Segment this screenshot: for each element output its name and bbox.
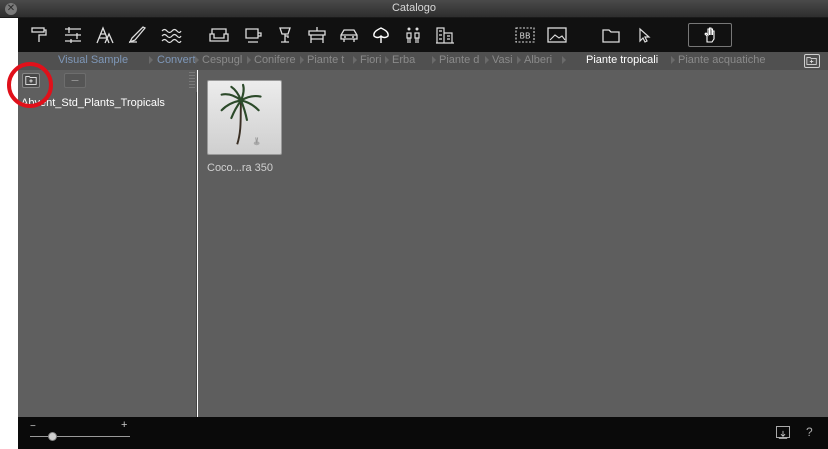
tool-building[interactable] xyxy=(432,23,458,47)
folder-panel: Abvent_Std_Plants_Tropicals xyxy=(18,70,197,417)
tool-bathtub[interactable] xyxy=(240,23,266,47)
tool-folder[interactable] xyxy=(598,23,624,47)
download-icon xyxy=(778,430,788,439)
add-category-button[interactable] xyxy=(804,54,820,68)
breadcrumb-item-cespugli[interactable]: Cespugl xyxy=(202,54,242,66)
breadcrumb-separator xyxy=(671,56,675,64)
people-icon xyxy=(406,27,420,43)
tool-billboard[interactable]: BB xyxy=(512,23,538,47)
texture-grid-icon xyxy=(65,27,81,43)
cursor-icon xyxy=(639,27,651,43)
breadcrumb-item-alberi[interactable]: Alberi xyxy=(524,54,552,66)
tool-brush[interactable] xyxy=(124,23,150,47)
car-icon xyxy=(340,29,358,42)
palm-tree-image xyxy=(220,83,262,146)
image-icon xyxy=(547,27,567,43)
breadcrumb-separator xyxy=(353,56,357,64)
tool-table[interactable] xyxy=(304,23,330,47)
water-waves-icon xyxy=(161,28,182,44)
add-folder-icon xyxy=(806,57,817,65)
breadcrumb-separator xyxy=(517,56,521,64)
tool-image[interactable] xyxy=(544,23,570,47)
breadcrumb-item-piante-acquatiche[interactable]: Piante acquatiche xyxy=(678,54,765,66)
brush-icon xyxy=(128,26,147,44)
minus-icon xyxy=(71,80,79,81)
panel-resize-handle[interactable] xyxy=(189,72,195,90)
breadcrumb-item-visual-sample[interactable]: Visual Sample xyxy=(58,54,128,66)
sofa-icon xyxy=(209,28,229,42)
breadcrumb-separator xyxy=(195,56,199,64)
tool-sofa[interactable] xyxy=(206,23,232,47)
tool-car[interactable] xyxy=(336,23,362,47)
breadcrumb: Visual Sample Convert Cespugl Conifere P… xyxy=(18,52,828,70)
zoom-slider-knob[interactable] xyxy=(47,432,57,441)
breadcrumb-separator xyxy=(485,56,489,64)
breadcrumb-separator xyxy=(385,56,389,64)
bathtub-icon xyxy=(245,28,262,43)
breadcrumb-item-erba[interactable]: Erba xyxy=(392,54,415,66)
paint-roller-icon xyxy=(31,27,47,42)
zoom-in-label: + xyxy=(121,419,128,431)
breadcrumb-item-convert[interactable]: Convert xyxy=(157,54,196,66)
breadcrumb-separator xyxy=(562,56,566,64)
breadcrumb-item-vasi[interactable]: Vasi xyxy=(492,54,513,66)
remove-folder-button[interactable] xyxy=(64,73,86,88)
zoom-out-label: − xyxy=(30,421,36,432)
table-icon xyxy=(308,27,326,43)
building-icon xyxy=(436,27,454,44)
highlight-annotation-circle xyxy=(7,62,53,108)
hand-icon xyxy=(704,27,715,43)
billboard-icon: BB xyxy=(515,27,535,43)
breadcrumb-separator xyxy=(432,56,436,64)
category-toolbar: BB xyxy=(18,18,828,52)
tool-stairs[interactable] xyxy=(92,23,118,47)
catalog-content: Coco...ra 350 xyxy=(198,70,828,417)
status-bar: − + ? xyxy=(18,417,828,449)
item-label: Coco...ra 350 xyxy=(207,162,274,174)
tool-paint-roller[interactable] xyxy=(26,23,52,47)
plant-icon xyxy=(373,27,389,43)
breadcrumb-separator xyxy=(300,56,304,64)
svg-text:BB: BB xyxy=(520,32,531,41)
tool-plant[interactable] xyxy=(368,23,394,47)
breadcrumb-separator xyxy=(149,56,153,64)
breadcrumb-item-fiori[interactable]: Fiori xyxy=(360,54,381,66)
title-bar: ✕ Catalogo xyxy=(0,0,828,18)
tool-texture[interactable] xyxy=(60,23,86,47)
tool-select[interactable] xyxy=(630,23,656,47)
tool-lamp[interactable] xyxy=(272,23,298,47)
lamp-icon xyxy=(279,27,291,43)
window-title: Catalogo xyxy=(391,2,437,14)
folder-icon xyxy=(602,29,620,43)
breadcrumb-item-piante-d[interactable]: Piante d xyxy=(439,54,479,66)
help-button[interactable]: ? xyxy=(806,425,813,439)
breadcrumb-item-conifere[interactable]: Conifere xyxy=(254,54,296,66)
item-thumbnail[interactable] xyxy=(207,80,282,155)
stairs-icon xyxy=(96,26,114,44)
breadcrumb-item-piante-tropicali[interactable]: Piante tropicali xyxy=(586,54,658,66)
tool-water[interactable] xyxy=(158,23,184,47)
zoom-slider-track[interactable] xyxy=(30,436,130,437)
tool-hand[interactable] xyxy=(688,23,732,47)
breadcrumb-item-piante-t[interactable]: Piante t xyxy=(307,54,344,66)
import-button[interactable] xyxy=(776,426,790,439)
catalog-window: ✕ Catalogo BB Visual Sample Convert Cesp… xyxy=(0,0,828,449)
tool-people[interactable] xyxy=(400,23,426,47)
breadcrumb-separator xyxy=(247,56,251,64)
